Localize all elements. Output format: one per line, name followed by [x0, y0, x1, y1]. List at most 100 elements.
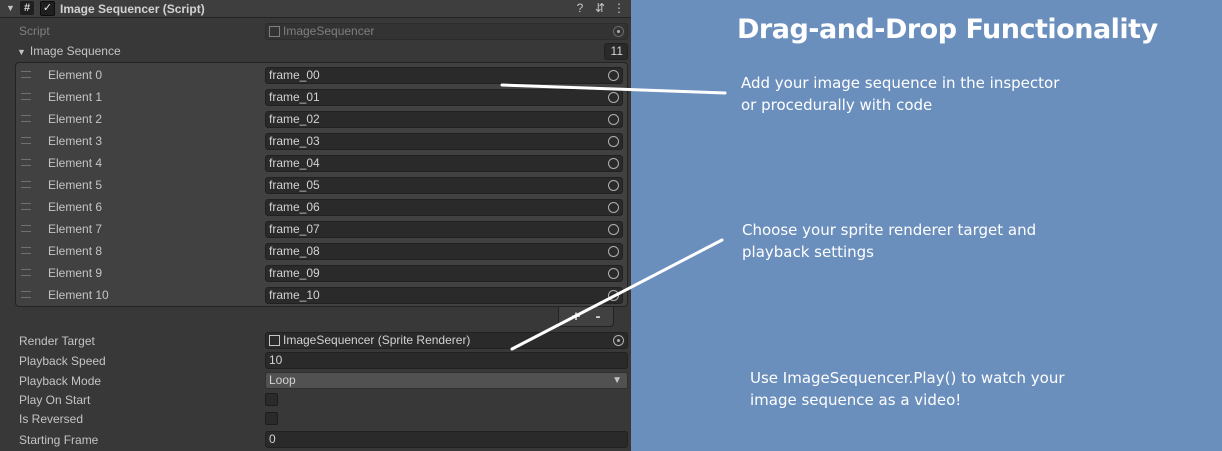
sprite-object-field[interactable]: frame_08: [265, 243, 623, 260]
dropdown-arrow-icon: ▼: [612, 375, 622, 386]
sprite-name: frame_01: [269, 90, 320, 104]
list-item[interactable]: Element 3 frame_03: [16, 130, 627, 152]
sprite-name: frame_03: [269, 134, 320, 148]
is-reversed-checkbox[interactable]: [265, 412, 278, 425]
list-add-remove-footer: + -: [558, 307, 614, 327]
drag-handle-icon[interactable]: [21, 71, 31, 78]
playback-mode-value: Loop: [269, 373, 296, 387]
playback-mode-dropdown[interactable]: Loop ▼: [265, 372, 628, 389]
foldout-arrow-icon[interactable]: ▼: [6, 3, 15, 13]
element-label: Element 4: [48, 156, 103, 170]
object-picker-icon[interactable]: [608, 158, 619, 169]
sprite-name: frame_02: [269, 112, 320, 126]
presets-icon[interactable]: ⇵: [593, 1, 607, 15]
playback-speed-field[interactable]: 10: [265, 352, 628, 369]
note-render-target: Choose your sprite renderer target and p…: [742, 221, 1037, 261]
element-label: Element 9: [48, 266, 103, 280]
render-target-label: Render Target: [19, 334, 95, 348]
foldout-arrow-icon[interactable]: ▼: [17, 47, 26, 57]
list-item[interactable]: Element 2 frame_02: [16, 108, 627, 130]
add-element-button[interactable]: +: [567, 308, 585, 325]
object-picker-icon[interactable]: [608, 92, 619, 103]
list-item[interactable]: Element 1 frame_01: [16, 86, 627, 108]
sprite-name: frame_04: [269, 156, 320, 170]
sprite-name: frame_09: [269, 266, 320, 280]
image-sequence-foldout[interactable]: ▼ Image Sequence: [17, 44, 121, 58]
image-sequence-label: Image Sequence: [29, 44, 121, 58]
sprite-name: frame_08: [269, 244, 320, 258]
drag-handle-icon[interactable]: [21, 269, 31, 276]
drag-handle-icon[interactable]: [21, 203, 31, 210]
sprite-object-field[interactable]: frame_02: [265, 111, 623, 128]
sprite-object-field[interactable]: frame_06: [265, 199, 623, 216]
drag-handle-icon[interactable]: [21, 159, 31, 166]
element-label: Element 0: [48, 68, 103, 82]
sprite-name: frame_10: [269, 288, 320, 302]
list-item[interactable]: Element 10 frame_10: [16, 284, 627, 306]
drag-handle-icon[interactable]: [21, 225, 31, 232]
playback-speed-label: Playback Speed: [19, 354, 106, 368]
list-item[interactable]: Element 7 frame_07: [16, 218, 627, 240]
sprite-name: frame_06: [269, 200, 320, 214]
sprite-object-field[interactable]: frame_04: [265, 155, 623, 172]
element-label: Element 1: [48, 90, 103, 104]
list-item[interactable]: Element 9 frame_09: [16, 262, 627, 284]
playback-mode-label: Playback Mode: [19, 374, 102, 388]
element-label: Element 2: [48, 112, 103, 126]
list-item[interactable]: Element 5 frame_05: [16, 174, 627, 196]
remove-element-button[interactable]: -: [589, 308, 607, 325]
object-picker-icon: [613, 26, 624, 37]
drag-handle-icon[interactable]: [21, 181, 31, 188]
promo-panel: Drag-and-Drop Functionality Add your ima…: [631, 0, 1222, 451]
is-reversed-label: Is Reversed: [19, 412, 84, 426]
object-picker-icon[interactable]: [608, 246, 619, 257]
sprite-object-field[interactable]: frame_03: [265, 133, 623, 150]
element-label: Element 8: [48, 244, 103, 258]
object-picker-icon[interactable]: [613, 335, 624, 346]
starting-frame-field[interactable]: 0: [265, 431, 628, 448]
object-picker-icon[interactable]: [608, 114, 619, 125]
sprite-object-field[interactable]: frame_07: [265, 221, 623, 238]
script-field: ImageSequencer: [265, 23, 628, 40]
render-target-field[interactable]: ImageSequencer (Sprite Renderer): [265, 332, 628, 349]
sprite-object-field[interactable]: frame_10: [265, 287, 623, 304]
array-size-field[interactable]: 11: [604, 43, 628, 60]
list-item[interactable]: Element 6 frame_06: [16, 196, 627, 218]
sprite-object-field[interactable]: frame_01: [265, 89, 623, 106]
sprite-object-field[interactable]: frame_09: [265, 265, 623, 282]
drag-handle-icon[interactable]: [21, 93, 31, 100]
component-enabled-checkbox[interactable]: ✓: [40, 1, 55, 16]
drag-handle-icon[interactable]: [21, 247, 31, 254]
object-picker-icon[interactable]: [608, 224, 619, 235]
play-on-start-checkbox[interactable]: [265, 393, 278, 406]
context-menu-icon[interactable]: ⋮: [612, 1, 626, 15]
list-item[interactable]: Element 0 frame_00: [16, 64, 627, 86]
sprite-name: frame_07: [269, 222, 320, 236]
drag-handle-icon[interactable]: [21, 291, 31, 298]
component-header[interactable]: ▼ # ✓ Image Sequencer (Script) ? ⇵ ⋮: [0, 0, 631, 18]
starting-frame-label: Starting Frame: [19, 433, 99, 447]
sprite-object-field[interactable]: frame_05: [265, 177, 623, 194]
note-play-method: Use ImageSequencer.Play() to watch your …: [750, 369, 1065, 409]
script-field-value: ImageSequencer: [283, 24, 375, 38]
object-picker-icon[interactable]: [608, 180, 619, 191]
object-picker-icon[interactable]: [608, 290, 619, 301]
element-label: Element 7: [48, 222, 103, 236]
drag-handle-icon[interactable]: [21, 137, 31, 144]
list-item[interactable]: Element 4 frame_04: [16, 152, 627, 174]
object-picker-icon[interactable]: [608, 136, 619, 147]
list-item[interactable]: Element 8 frame_08: [16, 240, 627, 262]
element-label: Element 6: [48, 200, 103, 214]
drag-handle-icon[interactable]: [21, 115, 31, 122]
object-picker-icon[interactable]: [608, 70, 619, 81]
script-icon: #: [20, 1, 34, 15]
image-sequence-list: Element 0 frame_00 Element 1 frame_01 Elemen…: [15, 62, 628, 307]
inspector-panel: ▼ # ✓ Image Sequencer (Script) ? ⇵ ⋮ Scr…: [0, 0, 631, 451]
sprite-name: frame_05: [269, 178, 320, 192]
sprite-object-field[interactable]: frame_00: [265, 67, 623, 84]
object-picker-icon[interactable]: [608, 268, 619, 279]
note-add-sequence: Add your image sequence in the inspector…: [741, 74, 1060, 114]
script-label: Script: [19, 24, 50, 38]
help-icon[interactable]: ?: [573, 1, 587, 15]
object-picker-icon[interactable]: [608, 202, 619, 213]
